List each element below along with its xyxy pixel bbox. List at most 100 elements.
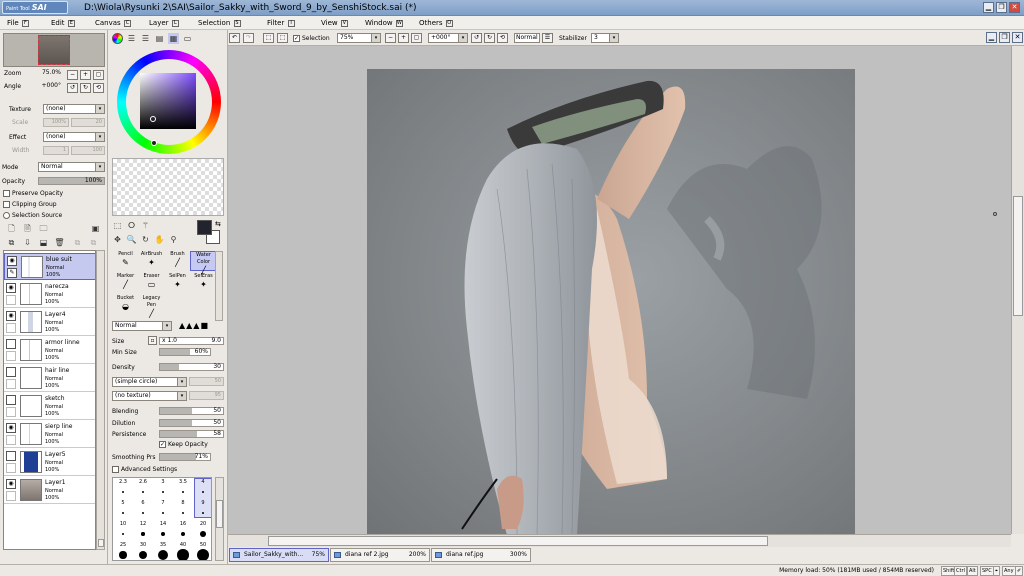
layer-item[interactable]: ◉ Layer1 Normal 100%	[4, 477, 95, 504]
tool-water-color[interactable]: Water Color ╱	[190, 251, 217, 275]
zoom-slider[interactable]: 75.0%	[3, 70, 63, 78]
brush-shape-icons[interactable]: ▲▲▲■	[179, 321, 219, 331]
layer-lock-icon[interactable]	[6, 379, 16, 389]
layer-lock-icon[interactable]	[6, 463, 16, 473]
merge-down-icon[interactable]: ⬓	[38, 237, 49, 248]
brush-size-dot[interactable]	[122, 491, 124, 493]
layer-visibility-eye-icon[interactable]: ◉	[6, 423, 16, 433]
hand-icon[interactable]: ✋	[154, 234, 165, 245]
brush-size-dot[interactable]	[122, 512, 124, 514]
color-wheel-tab-icon[interactable]	[112, 33, 123, 44]
zoom-out-button[interactable]: −	[67, 70, 78, 80]
brush-size-dot[interactable]	[177, 549, 189, 560]
canvas-zoom-reset-button[interactable]: ▢	[411, 33, 422, 43]
menu-others[interactable]: Others O	[416, 16, 456, 30]
brush-size-dot[interactable]	[138, 550, 148, 560]
layer-mask-icon[interactable]: ▣	[90, 223, 101, 234]
canvas-rotate-reset-button[interactable]: ⟲	[497, 33, 508, 43]
rotate-left-button[interactable]: ↺	[67, 83, 78, 93]
brush-texture-select[interactable]: (no texture) ▾	[112, 391, 187, 401]
new-folder-icon[interactable]: 🗀	[38, 223, 49, 234]
menu-window[interactable]: Window W	[362, 16, 406, 30]
stabilizer-select[interactable]: 3 ▾	[591, 33, 619, 43]
close-button[interactable]: ✕	[1009, 2, 1020, 13]
layer-lock-icon[interactable]	[6, 351, 16, 361]
brush-size-dot[interactable]	[141, 532, 145, 536]
tool-grid-scrollbar[interactable]	[215, 251, 223, 321]
min-size-slider[interactable]: 60%	[159, 348, 211, 356]
blending-slider[interactable]: 50	[159, 407, 224, 415]
rotate-tool-icon[interactable]: ↻	[140, 234, 151, 245]
advanced-settings-checkbox[interactable]	[112, 466, 119, 473]
scratch-pad[interactable]	[112, 158, 224, 216]
tool-marker[interactable]: Marker ╱	[112, 273, 139, 293]
layer-visibility-eye-icon[interactable]	[6, 451, 16, 461]
tool-airbrush[interactable]: AirBrush ✦	[138, 251, 165, 271]
undo-button[interactable]: ↶	[229, 33, 240, 43]
layer-item[interactable]: ◉ ✎ blue suit Normal 100%	[4, 253, 95, 280]
tool-bucket[interactable]: Bucket ◒	[112, 295, 139, 315]
link-mask-icon[interactable]: ⧉	[88, 237, 99, 248]
tool-brush[interactable]: Brush ╱	[164, 251, 191, 271]
opacity-slider[interactable]: 100%	[38, 177, 105, 185]
rotate-right-button[interactable]: ↻	[80, 83, 91, 93]
hsv-slider-tab-icon[interactable]: ☰	[140, 33, 151, 44]
persistence-slider[interactable]: 58	[159, 430, 224, 438]
brush-size-dot[interactable]	[161, 532, 165, 536]
layer-lock-icon[interactable]	[6, 323, 16, 333]
brush-size-dot[interactable]	[182, 491, 184, 493]
swatch-tab-icon[interactable]: ▦	[168, 33, 179, 44]
layer-mode-select[interactable]: Normal ▾	[38, 162, 105, 172]
brush-size-dot[interactable]	[162, 491, 164, 493]
brush-size-dot[interactable]	[142, 491, 144, 493]
layer-lock-icon[interactable]	[6, 491, 16, 501]
brush-size-dot[interactable]	[202, 491, 204, 493]
delete-layer-icon[interactable]: 🗑	[54, 237, 65, 248]
zoom-reset-button[interactable]: ▢	[93, 70, 104, 80]
menu-filter[interactable]: Filter I	[264, 16, 298, 30]
layer-visibility-eye-icon[interactable]: ◉	[6, 479, 16, 489]
canvas-zoom-in-button[interactable]: +	[398, 33, 409, 43]
layer-item[interactable]: ◉ narecza Normal 100%	[4, 281, 95, 308]
saturation-value-square[interactable]	[140, 73, 196, 129]
primary-color-swatch[interactable]	[197, 220, 212, 235]
density-slider[interactable]: 30	[159, 363, 224, 371]
hue-marker[interactable]	[151, 140, 157, 146]
redo-button[interactable]: ↷	[243, 33, 254, 43]
angle-slider[interactable]: +000°	[3, 83, 63, 91]
lasso-icon[interactable]: ⵔ	[126, 220, 137, 231]
brush-size-dot[interactable]	[162, 512, 164, 514]
canvas-zoom-out-button[interactable]: −	[385, 33, 396, 43]
rect-select-icon[interactable]: ⬚	[112, 220, 123, 231]
canvas-rotate-left-button[interactable]: ↺	[471, 33, 482, 43]
layer-item[interactable]: sketch Normal 100%	[4, 393, 95, 420]
brush-size-dot[interactable]	[142, 512, 144, 514]
preserve-opacity-checkbox[interactable]	[3, 190, 10, 197]
scratchpad-tab-icon[interactable]: ▭	[182, 33, 193, 44]
menu-view[interactable]: View V	[318, 16, 351, 30]
deselect-button[interactable]: ⬚	[263, 33, 274, 43]
clipping-group-checkbox[interactable]	[3, 201, 10, 208]
size-range-button[interactable]: ▫	[148, 336, 157, 345]
brush-size-dot[interactable]	[180, 531, 186, 537]
move-icon[interactable]: ✥	[112, 234, 123, 245]
brush-size-dot[interactable]	[158, 550, 168, 560]
brush-size-scrollbar[interactable]	[215, 477, 224, 561]
selection-source-radio[interactable]	[3, 212, 10, 219]
dilution-slider[interactable]: 50	[159, 419, 224, 427]
brush-size-dot[interactable]	[181, 511, 185, 515]
layer-lock-icon[interactable]	[6, 407, 16, 417]
menu-file[interactable]: File F	[4, 16, 32, 30]
copy-layer-icon[interactable]: ⧉	[6, 237, 17, 248]
layer-lock-icon[interactable]	[6, 295, 16, 305]
layer-lock-icon[interactable]	[6, 435, 16, 445]
layer-item[interactable]: Layer5 Normal 100%	[4, 449, 95, 476]
canvas-zoom-select[interactable]: 75% ▾	[337, 33, 381, 43]
invert-selection-button[interactable]: ⬚	[277, 33, 288, 43]
menu-layer[interactable]: Layer L	[146, 16, 182, 30]
brush-shape-select[interactable]: (simple circle) ▾	[112, 377, 187, 387]
zoom-in-button[interactable]: +	[80, 70, 91, 80]
brush-size-dot[interactable]	[197, 549, 209, 560]
navigator-preview[interactable]	[3, 33, 105, 67]
maximize-button[interactable]: ❐	[996, 2, 1007, 13]
